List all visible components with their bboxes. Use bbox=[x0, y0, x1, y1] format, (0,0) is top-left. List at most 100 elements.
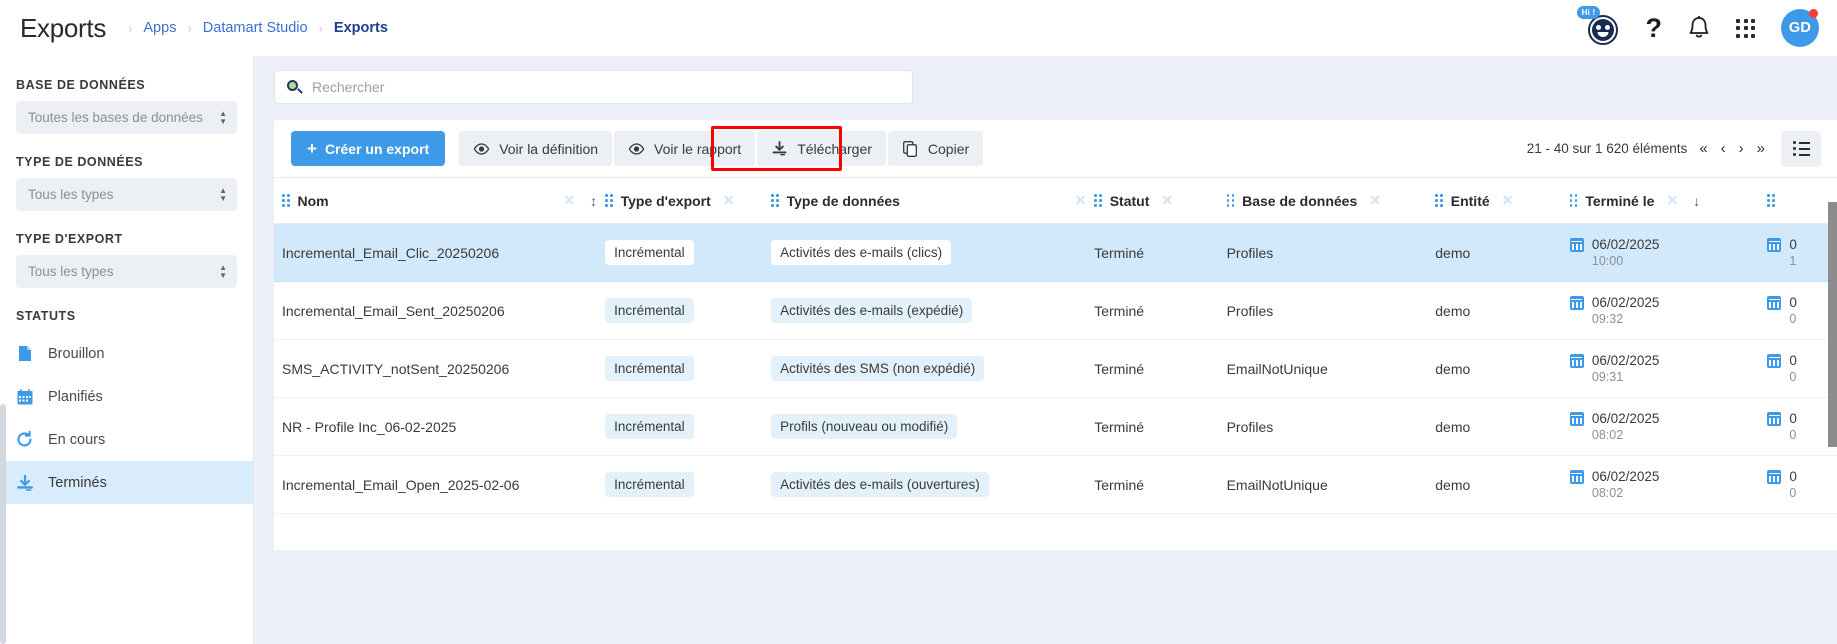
breadcrumb-separator: › bbox=[187, 20, 192, 36]
table-row[interactable]: Incremental_Email_Sent_20250206 Incrémen… bbox=[274, 281, 1837, 340]
close-icon[interactable]: ✕ bbox=[563, 192, 575, 209]
extra-time-value: 0 bbox=[1789, 312, 1797, 326]
filter-label-export-type: TYPE D'EXPORT bbox=[16, 232, 123, 246]
close-icon[interactable]: ✕ bbox=[1666, 192, 1678, 209]
column-header-base-de-donnees[interactable]: Base de données ✕ bbox=[1218, 177, 1428, 224]
close-icon[interactable]: ✕ bbox=[723, 192, 735, 209]
pagination-first-button[interactable]: « bbox=[1699, 140, 1707, 157]
table-row[interactable]: Incremental_Email_Open_2025-02-06 Incrém… bbox=[274, 455, 1837, 514]
close-icon[interactable]: ✕ bbox=[1502, 192, 1514, 209]
table-row[interactable]: SMS_ACTIVITY_notSent_20250206 Incrémenta… bbox=[274, 339, 1837, 398]
drag-handle-icon[interactable] bbox=[1435, 194, 1443, 207]
sort-descending-icon[interactable]: ↓ bbox=[1693, 193, 1700, 209]
sidebar-scrollbar[interactable] bbox=[0, 404, 6, 644]
pagination-prev-button[interactable]: ‹ bbox=[1721, 140, 1726, 157]
chatbot-mouth bbox=[1597, 31, 1608, 37]
pagination-last-button[interactable]: » bbox=[1757, 140, 1765, 157]
exports-page: Exports › Apps › Datamart Studio › Expor… bbox=[0, 0, 1837, 644]
time-value: 09:32 bbox=[1591, 312, 1624, 326]
drag-handle-icon[interactable] bbox=[1226, 194, 1235, 207]
cell-base-de-donnees: EmailNotUnique bbox=[1218, 455, 1428, 514]
list-view-toggle-button[interactable] bbox=[1781, 130, 1821, 167]
calendar-icon bbox=[1767, 412, 1782, 426]
chatbot-icon[interactable]: Hi ! bbox=[1576, 6, 1620, 45]
document-icon bbox=[16, 345, 33, 362]
close-icon[interactable]: ✕ bbox=[1161, 192, 1173, 209]
table-row[interactable]: Incremental_Email_Clic_20250206 Incrémen… bbox=[274, 223, 1837, 282]
pagination-range: 21 - 40 sur 1 620 éléments bbox=[1526, 141, 1688, 156]
list-icon bbox=[1793, 141, 1810, 156]
calendar-icon bbox=[1569, 296, 1584, 310]
drag-handle-icon[interactable] bbox=[1767, 194, 1775, 207]
bell-icon[interactable] bbox=[1688, 16, 1710, 40]
sidebar-item-termines[interactable]: Terminés bbox=[0, 461, 253, 504]
search-box[interactable] bbox=[274, 70, 913, 104]
view-definition-button[interactable]: Voir la définition bbox=[459, 131, 613, 166]
sidebar-item-brouillon[interactable]: Brouillon bbox=[0, 332, 253, 375]
chevron-updown-icon: ▲ ▼ bbox=[219, 185, 227, 203]
column-header-nom[interactable]: Nom ✕ ↕ bbox=[274, 177, 598, 224]
top-bar: Exports › Apps › Datamart Studio › Expor… bbox=[0, 0, 1837, 56]
column-header-type-dexport[interactable]: Type d'export ✕ bbox=[597, 177, 764, 224]
column-header-entite[interactable]: Entité ✕ bbox=[1427, 177, 1562, 224]
column-header-type-de-donnees[interactable]: Type de données ✕ bbox=[763, 177, 1087, 224]
search-input[interactable] bbox=[312, 79, 900, 95]
close-icon[interactable]: ✕ bbox=[1369, 192, 1381, 209]
column-header-extra[interactable] bbox=[1759, 177, 1837, 224]
table-header-row: Nom ✕ ↕ Type d'export ✕ Type de données … bbox=[274, 177, 1837, 224]
view-definition-label: Voir la définition bbox=[499, 140, 599, 157]
close-icon[interactable]: ✕ bbox=[1074, 192, 1086, 209]
sidebar-item-en-cours[interactable]: En cours bbox=[0, 418, 253, 461]
cell-base-de-donnees: Profiles bbox=[1218, 397, 1428, 456]
download-button[interactable]: Télécharger bbox=[757, 131, 886, 166]
breadcrumb-item-apps[interactable]: Apps bbox=[143, 20, 176, 36]
download-label: Télécharger bbox=[797, 140, 872, 157]
cell-base-de-donnees: Profiles bbox=[1218, 223, 1428, 282]
pagination-arrows: « ‹ › » bbox=[1699, 140, 1765, 157]
create-export-button[interactable]: + Créer un export bbox=[291, 131, 446, 166]
cell-base-de-donnees: EmailNotUnique bbox=[1218, 339, 1428, 398]
filter-select-database[interactable]: Toutes les bases de données ▲ ▼ bbox=[16, 101, 237, 134]
drag-handle-icon[interactable] bbox=[1569, 194, 1578, 207]
view-report-button[interactable]: Voir le rapport bbox=[614, 131, 756, 166]
drag-handle-icon[interactable] bbox=[282, 194, 290, 207]
filter-select-export-type[interactable]: Tous les types ▲ ▼ bbox=[16, 255, 237, 288]
copy-button[interactable]: Copier bbox=[887, 131, 984, 166]
calendar-icon bbox=[1767, 354, 1782, 368]
cell-extra: 0 0 bbox=[1759, 339, 1837, 398]
search-row bbox=[274, 70, 1837, 104]
help-icon[interactable]: ? bbox=[1646, 14, 1663, 42]
extra-time-value: 0 bbox=[1789, 370, 1797, 384]
breadcrumb-separator: › bbox=[128, 20, 133, 36]
sidebar-item-planifies[interactable]: Planifiés bbox=[0, 375, 253, 418]
cell-termine-le: 06/02/2025 08:02 bbox=[1561, 397, 1760, 456]
chatbot-eyes bbox=[1591, 18, 1614, 41]
filter-label-database: BASE DE DONNÉES bbox=[16, 78, 146, 92]
cell-type-de-donnees: Activités des e-mails (clics) bbox=[763, 223, 1087, 282]
apps-grid-icon[interactable] bbox=[1736, 18, 1755, 38]
sort-icon[interactable]: ↕ bbox=[590, 193, 597, 209]
calendar-icon bbox=[1569, 354, 1584, 368]
drag-handle-icon[interactable] bbox=[1094, 194, 1102, 207]
cell-termine-le: 06/02/2025 09:31 bbox=[1561, 339, 1760, 398]
calendar-icon bbox=[1767, 470, 1782, 484]
cell-base-de-donnees: Profiles bbox=[1218, 281, 1428, 340]
table-row[interactable]: NR - Profile Inc_06-02-2025 Incrémental … bbox=[274, 397, 1837, 456]
calendar-icon bbox=[1569, 470, 1584, 484]
avatar[interactable]: GD bbox=[1781, 9, 1819, 47]
column-header-statut[interactable]: Statut ✕ bbox=[1086, 177, 1219, 224]
breadcrumb-item-exports[interactable]: Exports bbox=[334, 20, 388, 36]
column-header-termine-le[interactable]: Terminé le ✕ ↓ bbox=[1561, 177, 1760, 224]
filter-select-data-type[interactable]: Tous les types ▲ ▼ bbox=[16, 178, 237, 211]
sidebar-filters: BASE DE DONNÉES Toutes les bases de donn… bbox=[0, 78, 253, 323]
pagination-next-button[interactable]: › bbox=[1739, 140, 1744, 157]
sidebar-item-label: En cours bbox=[48, 431, 106, 448]
date-value: 06/02/2025 bbox=[1591, 469, 1660, 484]
vertical-scrollbar[interactable] bbox=[1828, 202, 1837, 447]
breadcrumb-item-datamart-studio[interactable]: Datamart Studio bbox=[203, 20, 308, 36]
date-value: 06/02/2025 bbox=[1591, 295, 1660, 310]
drag-handle-icon[interactable] bbox=[771, 194, 779, 207]
cell-extra: 0 0 bbox=[1759, 281, 1837, 340]
drag-handle-icon[interactable] bbox=[605, 194, 613, 207]
cell-statut: Terminé bbox=[1086, 455, 1219, 514]
